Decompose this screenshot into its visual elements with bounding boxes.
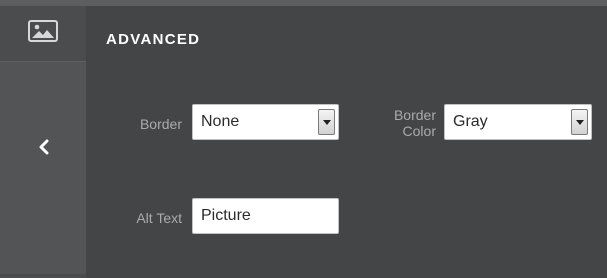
border-select[interactable]: None xyxy=(192,104,339,140)
advanced-section: ADVANCED Border None Border Color Gray A… xyxy=(86,6,607,278)
border-color-select[interactable]: Gray xyxy=(444,104,592,140)
border-color-label: Border Color xyxy=(372,107,436,139)
alt-text-input[interactable]: Picture xyxy=(192,198,339,234)
dropdown-arrow-icon[interactable] xyxy=(318,109,335,135)
border-color-select-value: Gray xyxy=(453,113,488,130)
border-color-label-line1: Border xyxy=(393,107,436,123)
chevron-left-icon[interactable] xyxy=(38,139,50,155)
left-rail xyxy=(0,6,86,278)
dropdown-arrow-icon[interactable] xyxy=(571,109,588,135)
border-select-value: None xyxy=(201,113,240,130)
properties-panel: ADVANCED Border None Border Color Gray A… xyxy=(0,0,607,278)
image-tab[interactable] xyxy=(0,6,86,62)
alt-text-label: Alt Text xyxy=(136,210,182,226)
border-color-label-line2: Color xyxy=(402,123,436,139)
border-label: Border xyxy=(139,116,182,132)
rail-bottom-strip xyxy=(0,274,86,278)
image-icon[interactable] xyxy=(28,20,58,42)
section-title: ADVANCED xyxy=(106,31,201,48)
